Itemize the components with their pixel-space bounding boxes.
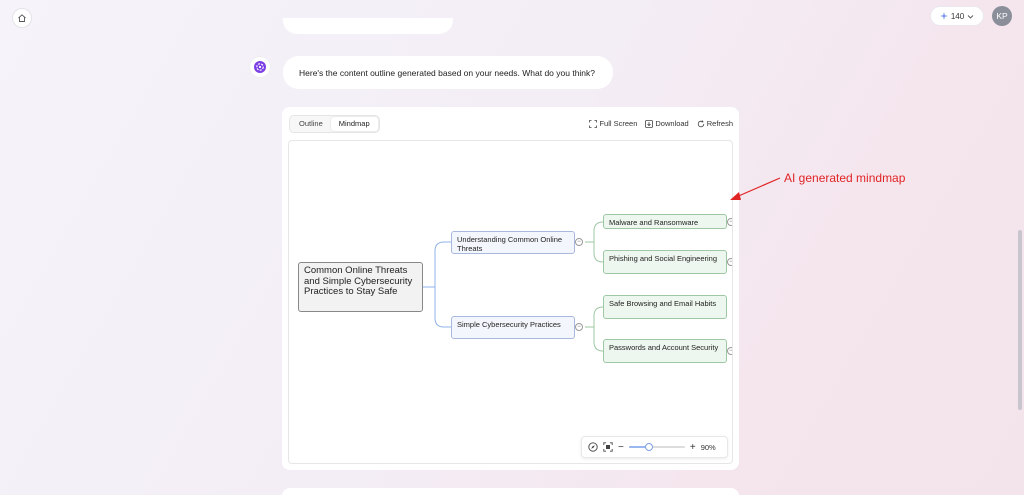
fit-view-icon[interactable] <box>603 442 613 452</box>
zoom-slider[interactable] <box>628 443 685 451</box>
mindmap-leaf-label: Phishing and Social Engineering <box>609 254 717 263</box>
download-button[interactable]: Download <box>645 119 689 128</box>
collapse-toggle[interactable]: − <box>727 218 732 226</box>
assistant-message: Here's the content outline generated bas… <box>283 56 613 89</box>
download-icon <box>645 119 654 128</box>
credits-count: 140 <box>950 11 965 21</box>
compass-icon[interactable] <box>588 442 598 452</box>
mindmap-leaf-node[interactable]: Safe Browsing and Email Habits <box>603 295 727 319</box>
card-actions: Full Screen Download Refresh <box>589 119 733 128</box>
mindmap-leaf-label: Passwords and Account Security <box>609 343 719 352</box>
zoom-in-button[interactable]: + <box>690 442 696 453</box>
tab-mindmap[interactable]: Mindmap <box>330 117 378 131</box>
sparkle-icon <box>939 12 948 20</box>
credits-button[interactable]: 140 <box>930 6 984 26</box>
mindmap-branch-label: Simple Cybersecurity Practices <box>457 320 561 329</box>
mindmap-leaf-node[interactable]: Phishing and Social Engineering <box>603 250 727 274</box>
zoom-level-label: 90% <box>700 442 716 452</box>
mindmap-branch-node[interactable]: Simple Cybersecurity Practices <box>451 316 575 339</box>
refresh-icon <box>697 119 704 127</box>
chevron-down-icon <box>967 14 974 19</box>
assistant-logo-icon <box>254 61 266 73</box>
view-tabs: Outline Mindmap <box>289 115 380 133</box>
mindmap-leaf-label: Malware and Ransomware <box>609 218 699 227</box>
user-avatar[interactable]: KP <box>992 6 1012 26</box>
collapse-toggle[interactable]: − <box>575 323 583 331</box>
mindmap-root-node[interactable]: Common Online Threats and Simple Cyberse… <box>298 262 423 312</box>
next-card-edge <box>282 488 739 495</box>
mindmap-canvas[interactable]: Common Online Threats and Simple Cyberse… <box>288 140 733 464</box>
page-scrollbar[interactable] <box>1018 230 1022 410</box>
home-button[interactable] <box>12 8 32 28</box>
collapse-toggle[interactable]: − <box>575 238 583 246</box>
assistant-avatar <box>250 57 270 77</box>
tab-outline[interactable]: Outline <box>291 117 331 131</box>
refresh-button[interactable]: Refresh <box>697 119 733 128</box>
refresh-label: Refresh <box>706 119 733 128</box>
mindmap-branch-node[interactable]: Understanding Common Online Threats <box>451 231 575 254</box>
download-label: Download <box>655 119 689 128</box>
mindmap-root-label: Common Online Threats and Simple Cyberse… <box>304 265 413 297</box>
previous-message-bubble <box>283 18 453 34</box>
annotation-label: AI generated mindmap <box>784 171 906 185</box>
fullscreen-icon <box>589 119 598 128</box>
zoom-slider-knob[interactable] <box>645 443 653 451</box>
full-screen-label: Full Screen <box>599 119 638 128</box>
collapse-toggle[interactable]: − <box>727 258 732 266</box>
assistant-message-text: Here's the content outline generated bas… <box>299 67 596 78</box>
mindmap-leaf-node[interactable]: Malware and Ransomware <box>603 214 727 229</box>
zoom-toolbar: − + 90% <box>581 436 728 458</box>
full-screen-button[interactable]: Full Screen <box>589 119 637 128</box>
mindmap-branch-label: Understanding Common Online Threats <box>457 235 563 253</box>
mindmap-leaf-node[interactable]: Passwords and Account Security <box>603 339 727 363</box>
outline-card: Outline Mindmap Full Screen Download Ref… <box>282 107 739 470</box>
mindmap-leaf-label: Safe Browsing and Email Habits <box>609 299 717 308</box>
home-icon <box>18 14 26 22</box>
zoom-out-button[interactable]: − <box>618 442 624 453</box>
collapse-toggle[interactable]: − <box>727 347 732 355</box>
